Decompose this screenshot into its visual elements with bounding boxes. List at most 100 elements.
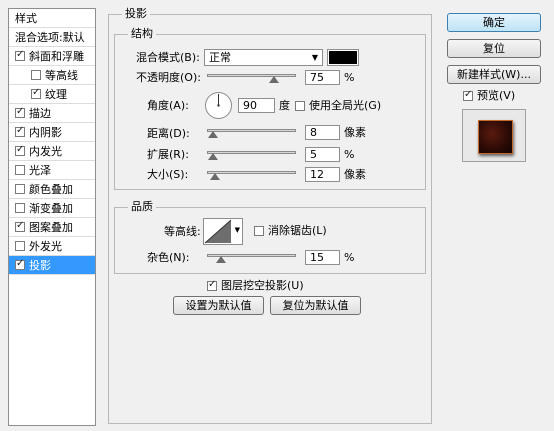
noise-slider-thumb[interactable]: [216, 256, 226, 263]
outer-glow-checkbox[interactable]: [15, 241, 25, 251]
angle-unit: 度: [279, 99, 290, 112]
preview-label: 预览(V): [477, 89, 516, 102]
contour-checkbox[interactable]: [31, 70, 41, 80]
color-overlay-label: 颜色叠加: [29, 183, 73, 196]
opacity-value: 75: [310, 71, 324, 84]
style-item-outer-glow[interactable]: 外发光: [9, 237, 95, 256]
distance-slider-thumb[interactable]: [208, 131, 218, 138]
style-item-satin[interactable]: 光泽: [9, 161, 95, 180]
stroke-label: 描边: [29, 107, 51, 120]
inner-glow-label: 内发光: [29, 145, 62, 158]
opacity-unit: %: [344, 71, 355, 84]
noise-value: 15: [310, 251, 324, 264]
anti-alias-label: 消除锯齿(L): [268, 224, 327, 237]
angle-value: 90: [243, 99, 257, 112]
drop-shadow-label: 投影: [29, 259, 51, 272]
contour-label-text: 等高线:: [164, 225, 201, 238]
distance-input[interactable]: 8: [305, 125, 340, 140]
distance-value: 8: [310, 126, 317, 139]
spread-input[interactable]: 5: [305, 147, 340, 162]
style-preview: [462, 109, 526, 162]
spread-label: 扩展(R):: [147, 148, 189, 161]
inner-shadow-label: 内阴影: [29, 126, 62, 139]
satin-label: 光泽: [29, 164, 51, 177]
angle-dial[interactable]: [204, 91, 233, 120]
blend-mode-value: 正常: [209, 51, 231, 64]
contour-linear-icon: [204, 219, 232, 244]
style-item-drop-shadow[interactable]: ✓ 投影: [9, 256, 95, 275]
bevel-emboss-label: 斜面和浮雕: [29, 50, 84, 63]
style-item-bevel-emboss[interactable]: ✓ 斜面和浮雕: [9, 47, 95, 66]
shadow-color-swatch[interactable]: [327, 49, 359, 66]
style-list-header: 样式: [9, 9, 95, 28]
style-list-blending-options[interactable]: 混合选项:默认: [9, 28, 95, 47]
contour-label: 等高线: [45, 69, 78, 82]
blend-mode-label: 混合模式(B):: [136, 51, 200, 64]
opacity-slider-thumb[interactable]: [268, 76, 279, 83]
opacity-slider-track[interactable]: [207, 74, 296, 77]
knockout-label: 图层挖空投影(U): [221, 279, 304, 292]
pattern-overlay-checkbox[interactable]: ✓: [15, 220, 25, 232]
ok-button[interactable]: 确定: [447, 13, 541, 32]
size-label: 大小(S):: [147, 168, 189, 181]
opacity-input[interactable]: 75: [305, 70, 340, 85]
size-value: 12: [310, 168, 324, 181]
bevel-emboss-checkbox[interactable]: ✓: [15, 49, 25, 61]
stroke-checkbox[interactable]: ✓: [15, 106, 25, 118]
drop-shadow-checkbox[interactable]: ✓: [15, 258, 25, 270]
style-item-gradient-overlay[interactable]: 渐变叠加: [9, 199, 95, 218]
texture-checkbox[interactable]: ✓: [31, 87, 41, 99]
pattern-overlay-label: 图案叠加: [29, 221, 73, 234]
inner-shadow-checkbox[interactable]: ✓: [15, 125, 25, 137]
chevron-down-icon: ▼: [234, 226, 240, 234]
angle-input[interactable]: 90: [238, 98, 275, 113]
style-item-texture[interactable]: ✓ 纹理: [9, 85, 95, 104]
size-input[interactable]: 12: [305, 167, 340, 182]
distance-label: 距离(D):: [147, 127, 190, 140]
style-item-stroke[interactable]: ✓ 描边: [9, 104, 95, 123]
preview-swatch: [478, 120, 513, 154]
blend-mode-select[interactable]: 正常 ▼: [204, 49, 323, 66]
style-item-pattern-overlay[interactable]: ✓ 图案叠加: [9, 218, 95, 237]
gradient-overlay-checkbox[interactable]: [15, 203, 25, 213]
size-slider-track[interactable]: [207, 171, 296, 174]
style-item-inner-shadow[interactable]: ✓ 内阴影: [9, 123, 95, 142]
noise-label: 杂色(N):: [147, 251, 190, 264]
size-slider-thumb[interactable]: [210, 173, 220, 180]
quality-title: 品质: [128, 200, 156, 213]
spread-slider-thumb[interactable]: [208, 153, 218, 160]
spread-unit: %: [344, 148, 355, 161]
noise-input[interactable]: 15: [305, 250, 340, 265]
reset-button[interactable]: 复位: [447, 39, 541, 58]
spread-value: 5: [310, 148, 317, 161]
global-light-label: 使用全局光(G): [309, 99, 382, 112]
blending-options-label: 混合选项:默认: [15, 31, 85, 44]
opacity-label: 不透明度(O):: [136, 71, 201, 84]
structure-title: 结构: [128, 27, 156, 40]
angle-label: 角度(A):: [147, 99, 189, 112]
style-list-header-label: 样式: [15, 12, 37, 25]
satin-checkbox[interactable]: [15, 165, 25, 175]
style-item-color-overlay[interactable]: 颜色叠加: [9, 180, 95, 199]
gradient-overlay-label: 渐变叠加: [29, 202, 73, 215]
size-unit: 像素: [344, 168, 366, 181]
outer-glow-label: 外发光: [29, 240, 62, 253]
reset-default-button[interactable]: 复位为默认值: [270, 296, 361, 315]
style-item-contour[interactable]: 等高线: [9, 66, 95, 85]
style-item-inner-glow[interactable]: ✓ 内发光: [9, 142, 95, 161]
new-style-button[interactable]: 新建样式(W)...: [447, 65, 541, 84]
distance-slider-track[interactable]: [207, 129, 296, 132]
noise-unit: %: [344, 251, 355, 264]
preview-checkbox[interactable]: ✓: [463, 89, 473, 101]
distance-unit: 像素: [344, 126, 366, 139]
anti-alias-checkbox[interactable]: [254, 226, 264, 236]
color-overlay-checkbox[interactable]: [15, 184, 25, 194]
global-light-checkbox[interactable]: [295, 101, 305, 111]
shadow-color-fill: [329, 51, 357, 64]
inner-glow-checkbox[interactable]: ✓: [15, 144, 25, 156]
make-default-button[interactable]: 设置为默认值: [173, 296, 264, 315]
spread-slider-track[interactable]: [207, 151, 296, 154]
knockout-checkbox[interactable]: ✓: [207, 279, 217, 291]
angle-dial-icon: [205, 92, 232, 119]
contour-picker[interactable]: ▼: [203, 218, 243, 245]
